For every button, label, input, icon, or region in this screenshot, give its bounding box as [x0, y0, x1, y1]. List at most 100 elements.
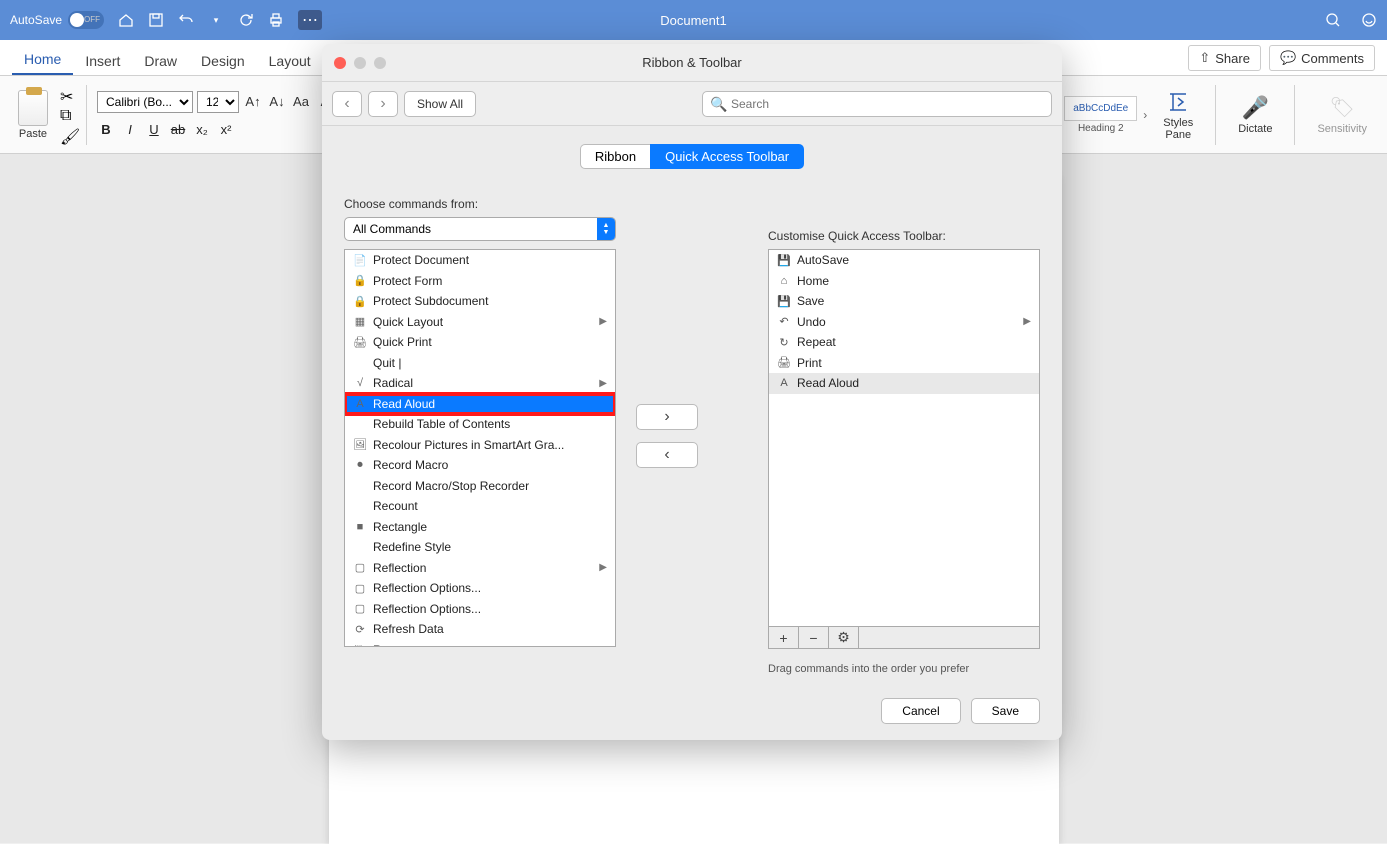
tab-draw[interactable]: Draw: [132, 47, 189, 75]
show-all-button[interactable]: Show All: [404, 91, 476, 117]
comments-button[interactable]: 💬Comments: [1269, 45, 1375, 71]
submenu-icon: ▶: [599, 378, 607, 389]
commands-source-select[interactable]: [344, 217, 616, 241]
share-button[interactable]: ⇧Share: [1188, 45, 1261, 71]
qat-item[interactable]: ↶Undo▶: [769, 312, 1039, 333]
home-icon[interactable]: [118, 12, 134, 28]
grow-font-icon[interactable]: A↑: [243, 92, 263, 112]
qat-remove-icon[interactable]: −: [799, 627, 829, 648]
paste-icon[interactable]: [18, 90, 48, 126]
close-icon[interactable]: [334, 57, 346, 69]
save-icon[interactable]: [148, 12, 164, 28]
qat-item[interactable]: 🖨Print: [769, 353, 1039, 374]
command-label: Record Macro/Stop Recorder: [373, 479, 529, 493]
command-item[interactable]: ▢Reflection Options...: [345, 599, 615, 620]
command-icon: 🔒: [353, 294, 367, 308]
qat-add-icon[interactable]: +: [769, 627, 799, 648]
autosave-toggle[interactable]: AutoSave OFF: [10, 11, 104, 29]
undo-icon[interactable]: [178, 12, 194, 28]
forward-button[interactable]: ›: [368, 91, 398, 117]
strikethrough-button[interactable]: ab: [169, 121, 187, 139]
tab-insert[interactable]: Insert: [73, 47, 132, 75]
command-item[interactable]: ■Rectangle: [345, 517, 615, 538]
command-label: Protect Subdocument: [373, 294, 488, 308]
copy-icon[interactable]: ⧉: [60, 107, 76, 123]
save-button[interactable]: Save: [971, 698, 1040, 724]
emoji-icon[interactable]: [1361, 12, 1377, 28]
repeat-icon[interactable]: [238, 12, 254, 28]
command-item[interactable]: √Radical▶: [345, 373, 615, 394]
seg-qat[interactable]: Quick Access Toolbar: [650, 144, 804, 169]
qat-settings-icon[interactable]: ⚙: [829, 627, 859, 648]
qat-item-icon: ↶: [777, 315, 791, 329]
font-name-select[interactable]: Calibri (Bo...: [97, 91, 193, 113]
command-label: Read Aloud: [373, 397, 435, 411]
qat-item[interactable]: 💾AutoSave: [769, 250, 1039, 271]
dictate-button[interactable]: 🎤 Dictate: [1228, 95, 1282, 135]
tab-layout[interactable]: Layout: [257, 47, 323, 75]
add-button[interactable]: ›: [636, 404, 698, 430]
command-item[interactable]: ⟳Refresh Data: [345, 619, 615, 640]
command-label: Regroup: [373, 643, 419, 647]
command-icon: [353, 540, 367, 554]
command-item[interactable]: Rebuild Table of Contents: [345, 414, 615, 435]
undo-dropdown-icon[interactable]: ▾: [208, 12, 224, 28]
print-icon[interactable]: [268, 12, 284, 28]
styles-pane-button[interactable]: Styles Pane: [1153, 89, 1203, 141]
command-item[interactable]: ⏺Record Macro: [345, 455, 615, 476]
command-item[interactable]: 🔒Protect Form: [345, 271, 615, 292]
command-item[interactable]: ▢Reflection Options...: [345, 578, 615, 599]
search-icon[interactable]: [1325, 12, 1341, 28]
remove-button[interactable]: ‹: [636, 442, 698, 468]
command-item[interactable]: ⿻Regroup: [345, 640, 615, 648]
paste-label: Paste: [19, 128, 47, 140]
back-button[interactable]: ‹: [332, 91, 362, 117]
subscript-button[interactable]: x₂: [193, 121, 211, 139]
command-item[interactable]: 🔒 Protect Subdocument: [345, 291, 615, 312]
select-arrows-icon[interactable]: ▲▼: [597, 218, 615, 240]
sensitivity-button[interactable]: 🏷 Sensitivity: [1307, 95, 1377, 135]
search-input[interactable]: [702, 91, 1052, 117]
seg-ribbon[interactable]: Ribbon: [580, 144, 650, 169]
command-icon: [353, 499, 367, 513]
more-icon[interactable]: ⋯: [298, 10, 322, 30]
qat-item[interactable]: ⌂Home: [769, 271, 1039, 292]
command-item[interactable]: ARead Aloud: [345, 394, 615, 415]
qat-item[interactable]: ↻Repeat: [769, 332, 1039, 353]
command-item[interactable]: ▦Quick Layout▶: [345, 312, 615, 333]
command-item[interactable]: Record Macro/Stop Recorder: [345, 476, 615, 497]
style-preview[interactable]: aBbCcDdEe Heading 2: [1064, 96, 1137, 134]
change-case-icon[interactable]: Aa: [291, 92, 311, 112]
superscript-button[interactable]: x²: [217, 121, 235, 139]
search-icon: 🔍: [710, 96, 727, 113]
qat-listbox[interactable]: 💾AutoSave⌂Home💾Save↶Undo▶↻Repeat🖨PrintAR…: [768, 249, 1040, 627]
command-item[interactable]: Quit |: [345, 353, 615, 374]
shrink-font-icon[interactable]: A↓: [267, 92, 287, 112]
command-icon: 🖨: [353, 335, 367, 349]
command-item[interactable]: Redefine Style: [345, 537, 615, 558]
command-item[interactable]: 🖼Recolour Pictures in SmartArt Gra...: [345, 435, 615, 456]
command-item[interactable]: Recount: [345, 496, 615, 517]
tab-design[interactable]: Design: [189, 47, 257, 75]
styles-more-icon[interactable]: ›: [1143, 108, 1147, 122]
dialog-title: Ribbon & Toolbar: [642, 55, 742, 70]
underline-button[interactable]: U: [145, 121, 163, 139]
font-size-select[interactable]: 12: [197, 91, 239, 113]
command-item[interactable]: 📄Protect Document: [345, 250, 615, 271]
cut-icon[interactable]: ✂: [60, 87, 76, 103]
tab-home[interactable]: Home: [12, 45, 73, 75]
bold-button[interactable]: B: [97, 121, 115, 139]
qat-item[interactable]: 💾Save: [769, 291, 1039, 312]
toggle-switch[interactable]: OFF: [68, 11, 104, 29]
qat-item[interactable]: ARead Aloud: [769, 373, 1039, 394]
share-icon: ⇧: [1199, 50, 1210, 66]
format-painter-icon[interactable]: 🖌: [60, 127, 76, 143]
qat-toolbar: + − ⚙: [768, 627, 1040, 649]
command-item[interactable]: ▢Reflection▶: [345, 558, 615, 579]
command-item[interactable]: 🖨Quick Print: [345, 332, 615, 353]
cancel-button[interactable]: Cancel: [881, 698, 960, 724]
titlebar: AutoSave OFF ▾ ⋯ Document1: [0, 0, 1387, 40]
commands-listbox[interactable]: 📄Protect Document🔒Protect Form 🔒 Protect S…: [344, 249, 616, 647]
italic-button[interactable]: I: [121, 121, 139, 139]
command-icon: [353, 417, 367, 431]
